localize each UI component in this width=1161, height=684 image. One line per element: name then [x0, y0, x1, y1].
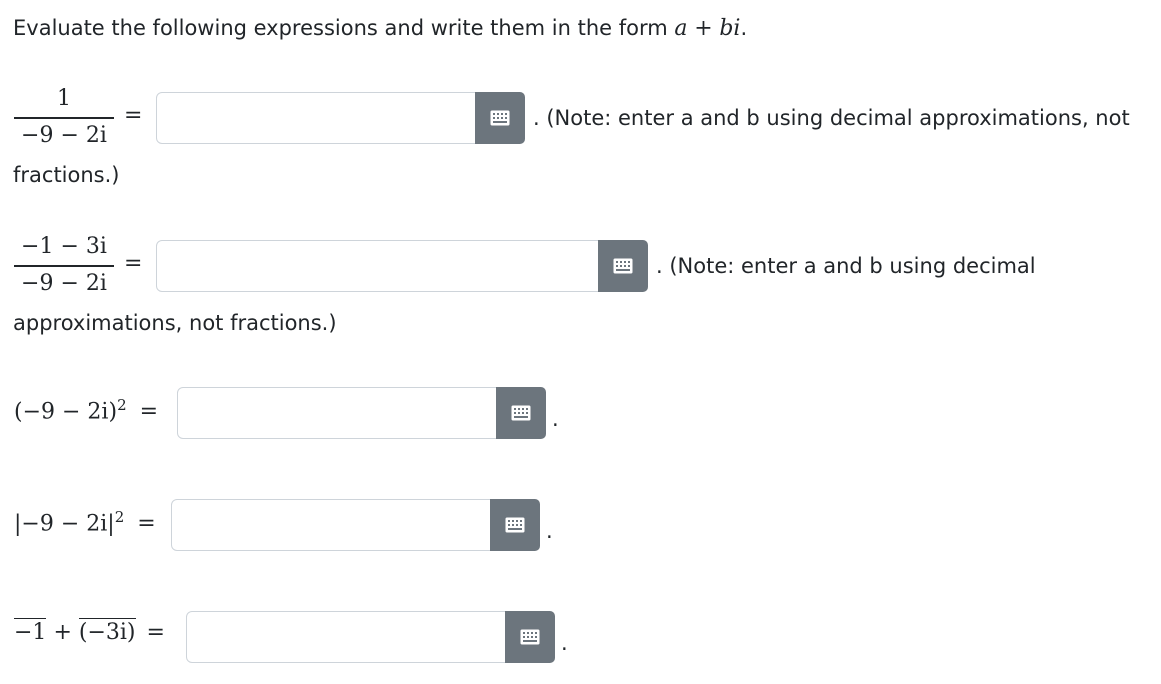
form-a: a [674, 16, 688, 41]
fraction-2-bar [14, 265, 114, 267]
keyboard-icon [511, 405, 531, 421]
answer-input-1[interactable] [156, 92, 476, 144]
fraction-1-numerator: 1 [57, 86, 71, 111]
problem-page: Evaluate the following expressions and w… [0, 0, 1161, 684]
expression-5: −1 + (−3i) = [14, 618, 165, 645]
note-1-line2: fractions.) [13, 163, 120, 187]
equals-sign-2: = [124, 251, 143, 276]
fraction-2-denominator: −9 − 2i [21, 270, 107, 296]
fraction-1-denominator: −9 − 2i [21, 122, 107, 148]
note-2-line1: . (Note: enter a and b using decimal [656, 254, 1036, 278]
conjugate-left: −1 [14, 618, 47, 645]
trailing-period-3: . [552, 407, 559, 431]
answer-input-3[interactable] [177, 387, 497, 439]
equals-sign-3: = [139, 399, 159, 425]
trailing-period-5: . [561, 631, 568, 655]
keyboard-icon [520, 629, 540, 645]
trailing-period-4: . [546, 519, 553, 543]
fraction-2-numerator: −1 − 3i [21, 234, 107, 259]
answer-input-5[interactable] [186, 611, 506, 663]
expression-4: |−9 − 2i|2 = [14, 508, 156, 536]
note-2-line2: approximations, not fractions.) [13, 311, 337, 335]
form-plus: + [694, 16, 713, 41]
expression-4-exponent: 2 [114, 508, 125, 526]
fraction-1-bar [14, 117, 114, 119]
expression-3-exponent: 2 [117, 396, 127, 414]
keyboard-icon [490, 110, 510, 126]
conjugate-right: (−3i) [78, 618, 136, 645]
expression-4-base: |−9 − 2i| [14, 511, 115, 537]
instructions: Evaluate the following expressions and w… [13, 13, 747, 44]
plus-sign-5: + [53, 620, 72, 645]
fraction-2: −1 − 3i −9 − 2i [14, 234, 114, 297]
keyboard-button-2[interactable] [598, 240, 648, 292]
equals-sign-5: = [146, 620, 165, 645]
expression-3: (−9 − 2i)2 = [14, 396, 158, 424]
answer-input-4[interactable] [171, 499, 491, 551]
form-bi: bi [719, 16, 741, 41]
keyboard-icon [613, 258, 633, 274]
equals-sign-1: = [124, 103, 143, 128]
instructions-prefix: Evaluate the following expressions and w… [13, 16, 668, 40]
keyboard-button-3[interactable] [496, 387, 546, 439]
keyboard-button-4[interactable] [490, 499, 540, 551]
fraction-1: 1 −9 − 2i [14, 86, 114, 149]
keyboard-button-1[interactable] [475, 92, 525, 144]
instructions-suffix: . [740, 16, 748, 40]
note-1-line1: . (Note: enter a and b using decimal app… [533, 106, 1130, 130]
keyboard-button-5[interactable] [505, 611, 555, 663]
answer-input-2[interactable] [156, 240, 599, 292]
keyboard-icon [505, 517, 525, 533]
expression-3-base: (−9 − 2i) [14, 399, 118, 425]
equals-sign-4: = [137, 511, 156, 537]
